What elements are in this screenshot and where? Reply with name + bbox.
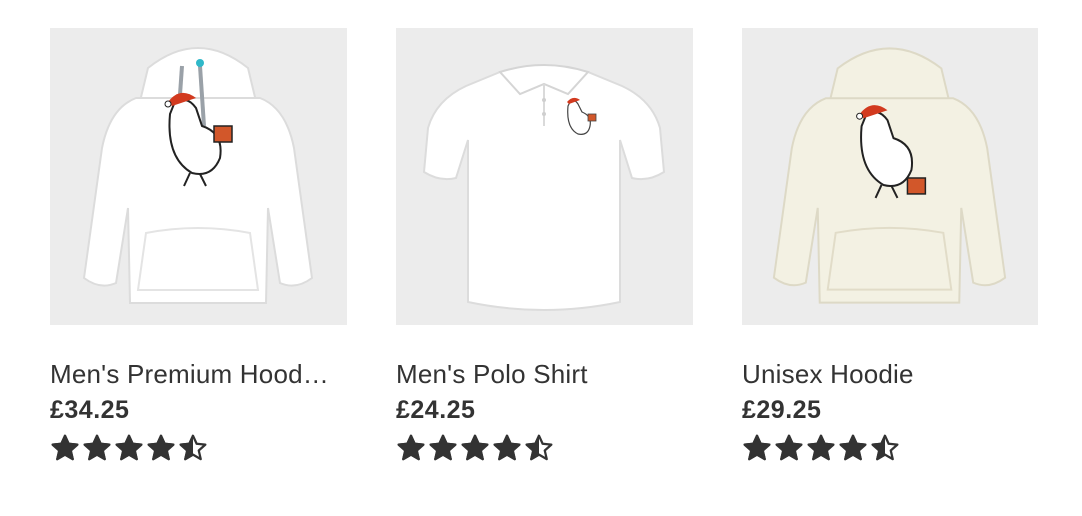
product-grid: Men's Premium Hood… £34.25 Men's Polo Sh… — [0, 0, 1082, 516]
star-full-icon — [839, 434, 867, 461]
product-image[interactable] — [396, 28, 693, 325]
rating-stars — [742, 433, 1038, 465]
product-name[interactable]: Men's Premium Hood… — [50, 359, 347, 389]
star-full-icon — [493, 434, 521, 461]
star-full-icon — [83, 434, 111, 461]
star-full-icon — [147, 434, 175, 461]
star-half-icon — [525, 434, 553, 461]
star-full-icon — [461, 434, 489, 461]
product-price: £29.25 — [742, 396, 822, 424]
polo-shirt-illustration — [396, 28, 693, 325]
star-full-icon — [743, 434, 771, 461]
product-name[interactable]: Unisex Hoodie — [742, 359, 1038, 389]
product-card[interactable]: Unisex Hoodie £29.25 — [742, 28, 1038, 465]
star-half-icon — [871, 434, 899, 461]
star-full-icon — [397, 434, 425, 461]
star-half-icon — [179, 434, 207, 461]
star-full-icon — [115, 434, 143, 461]
product-card[interactable]: Men's Polo Shirt £24.25 — [396, 28, 693, 465]
rating-stars — [50, 433, 347, 465]
rating-stars — [396, 433, 693, 465]
product-image[interactable] — [742, 28, 1038, 325]
star-full-icon — [775, 434, 803, 461]
product-price: £24.25 — [396, 396, 476, 424]
star-full-icon — [807, 434, 835, 461]
star-full-icon — [429, 434, 457, 461]
product-image[interactable] — [50, 28, 347, 325]
product-name[interactable]: Men's Polo Shirt — [396, 359, 693, 389]
product-card[interactable]: Men's Premium Hood… £34.25 — [50, 28, 347, 465]
hoodie-illustration — [50, 28, 347, 325]
star-full-icon — [51, 434, 79, 461]
product-price: £34.25 — [50, 396, 130, 424]
hoodie-illustration — [742, 28, 1038, 325]
